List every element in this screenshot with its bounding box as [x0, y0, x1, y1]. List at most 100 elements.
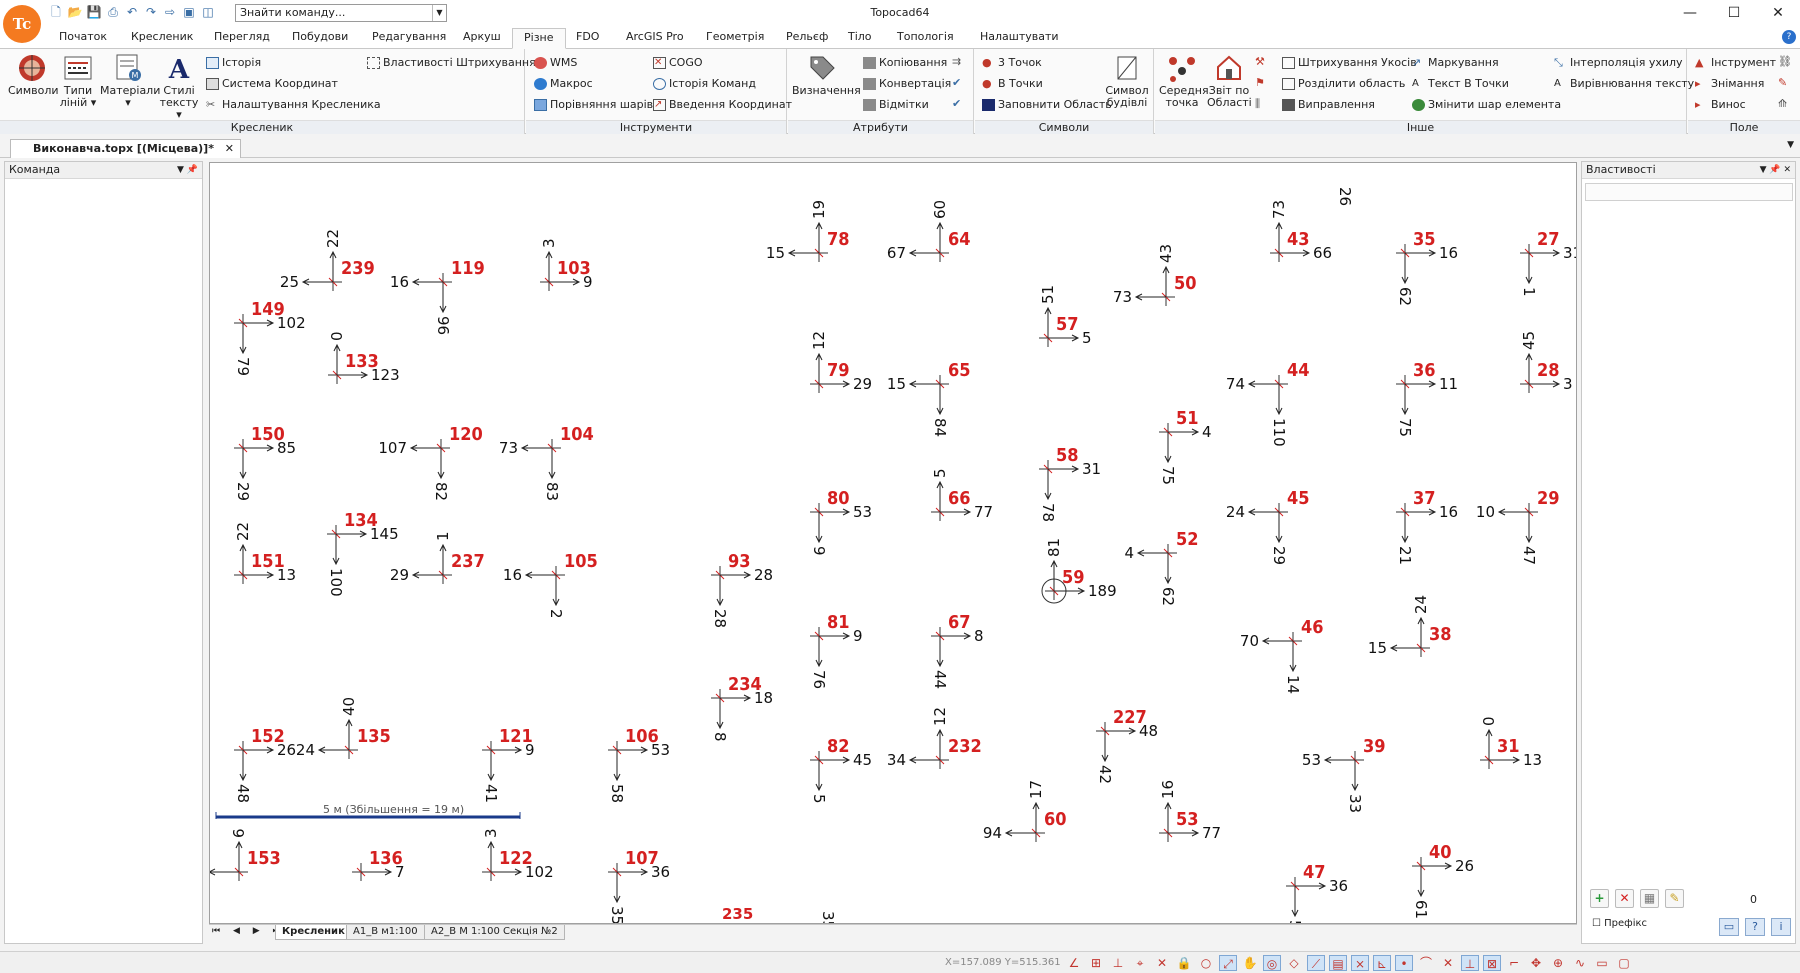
wms-button[interactable]: WMS: [533, 55, 577, 71]
from-3-points-button[interactable]: ● 3 Точок: [981, 55, 1042, 71]
definition-button[interactable]: Визначення: [792, 53, 861, 97]
help-circle-icon[interactable]: ?: [1745, 918, 1765, 936]
area-report-button[interactable]: Звіт по Області: [1207, 53, 1252, 109]
snap-mid-icon[interactable]: ⊥: [1461, 955, 1479, 971]
coordinate-system-button[interactable]: Система Координат: [205, 76, 338, 92]
panel-pin-icon[interactable]: ▼ 📌: [177, 162, 198, 178]
tab-relief[interactable]: Рельєф: [786, 30, 828, 43]
snap-tangent-icon[interactable]: ⌒: [1417, 955, 1435, 971]
split-area-button[interactable]: Розділити область: [1281, 76, 1405, 92]
maximize-button[interactable]: ☐: [1712, 0, 1756, 26]
history-button[interactable]: Історія: [205, 55, 261, 71]
copy-attributes-button[interactable]: Копіювання: [862, 55, 947, 71]
tab-fdo[interactable]: FDO: [576, 30, 599, 43]
tab-arcgis[interactable]: ArcGIS Pro: [626, 30, 684, 43]
snap-ext-icon[interactable]: ⌐: [1505, 955, 1523, 971]
other-extra-icon-2[interactable]: ⚑: [1255, 76, 1265, 89]
tab-construct[interactable]: Побудови: [292, 30, 348, 43]
materials-button[interactable]: M Матеріали ▾: [100, 53, 160, 109]
snap-hand-icon[interactable]: ✋: [1241, 955, 1259, 971]
snap-target-icon[interactable]: ⊕: [1549, 955, 1567, 971]
close-tab-icon[interactable]: ✕: [225, 140, 234, 157]
snap-wave-icon[interactable]: ∿: [1571, 955, 1589, 971]
snap-angle-icon[interactable]: ∠: [1065, 955, 1083, 971]
slope-interpolation-button[interactable]: ⤡ Інтерполяція ухилу: [1553, 55, 1683, 71]
text-styles-button[interactable]: A Стилі тексту ▾: [158, 53, 200, 121]
snap-node-icon[interactable]: ⌖: [1131, 955, 1149, 971]
tab-misc[interactable]: Різне: [512, 28, 566, 49]
building-symbol-button[interactable]: Символ будівлі: [1103, 53, 1151, 109]
snap-grid-icon[interactable]: ⊞: [1087, 955, 1105, 971]
properties-selector[interactable]: [1585, 183, 1793, 201]
snap-circle-icon[interactable]: ○: [1197, 955, 1215, 971]
snap-perp-icon[interactable]: ⊾: [1373, 955, 1391, 971]
macro-button[interactable]: Макрос: [533, 76, 593, 92]
field-extra-icon-1[interactable]: ⛓: [1778, 55, 1792, 68]
tab-drawing[interactable]: Кресленик: [131, 30, 193, 43]
tab-body[interactable]: Тіло: [848, 30, 872, 43]
snap-center-icon[interactable]: ◎: [1263, 955, 1281, 971]
attr-extra-icon-2[interactable]: ✔: [952, 76, 961, 89]
other-extra-icon-3[interactable]: ⫼: [1255, 97, 1260, 111]
app-logo[interactable]: Tc: [3, 5, 41, 43]
align-text-button[interactable]: A Вирівнювання тексту: [1553, 76, 1694, 92]
snap-x-icon[interactable]: ⊠: [1483, 955, 1501, 971]
slope-hatch-button[interactable]: Штрихування Укосів: [1281, 55, 1417, 71]
tab-edit[interactable]: Редагування: [372, 30, 446, 43]
drawing-settings-button[interactable]: ✂ Налаштування Кресленика: [205, 97, 381, 113]
hatch-properties-button[interactable]: Властивості Штрихування: [366, 55, 536, 71]
properties-panel-controls[interactable]: ▼ 📌 ✕: [1760, 162, 1791, 178]
info-icon[interactable]: i: [1771, 918, 1791, 936]
fix-button[interactable]: Виправлення: [1281, 97, 1375, 113]
tab-sheet[interactable]: Аркуш: [463, 30, 501, 43]
snap-point-icon[interactable]: •: [1395, 955, 1413, 971]
field-extra-icon-2[interactable]: ✎: [1778, 76, 1787, 89]
tab-view[interactable]: Перегляд: [214, 30, 270, 43]
field-instrument-button[interactable]: ▲ Інструмент: [1694, 55, 1776, 71]
stakeout-button[interactable]: ▸ Винос: [1694, 97, 1746, 113]
symbols-button[interactable]: Символи: [8, 53, 59, 97]
snap-diamond-icon[interactable]: ◇: [1285, 955, 1303, 971]
field-extra-icon-3[interactable]: ⟰: [1778, 97, 1787, 110]
enter-coordinates-button[interactable]: ↗ Введення Координат: [652, 97, 792, 113]
survey-button[interactable]: ▸ Знімання: [1694, 76, 1764, 92]
text-to-points-button[interactable]: A Текст В Точки: [1411, 76, 1509, 92]
attr-extra-icon-1[interactable]: ⇉: [952, 55, 961, 68]
view-mode-icon[interactable]: ▢: [1615, 955, 1633, 971]
prefix-checkbox[interactable]: ☐ Префікс: [1592, 918, 1647, 929]
layout-icon[interactable]: ▭: [1719, 918, 1739, 936]
to-points-button[interactable]: ● В Точки: [981, 76, 1043, 92]
snap-ortho-icon[interactable]: ⊥: [1109, 955, 1127, 971]
line-types-button[interactable]: Типи ліній ▾: [58, 53, 98, 109]
labeling-button[interactable]: ↗ Маркування: [1411, 55, 1499, 71]
tab-home[interactable]: Початок: [59, 30, 107, 43]
midpoint-button[interactable]: Середня точка: [1159, 53, 1209, 109]
sheet-tab-drawing[interactable]: Кресленик: [275, 925, 352, 940]
tab-geometry[interactable]: Геометрія: [706, 30, 764, 43]
snap-end-icon[interactable]: ⤢: [1219, 955, 1237, 971]
snap-intersect-icon[interactable]: ⨯: [1351, 955, 1369, 971]
marks-button[interactable]: Відмітки: [862, 97, 929, 113]
drawing-canvas[interactable]: 149 102 79 239 25 22 119 16 96 103 9 3 133 123 0 150 85 2…: [209, 162, 1577, 924]
snap-cross-icon[interactable]: ✕: [1153, 955, 1171, 971]
convert-attributes-button[interactable]: Конвертація: [862, 76, 951, 92]
snap-nearest-icon[interactable]: ✕: [1439, 955, 1457, 971]
command-history-button[interactable]: Історія Команд: [652, 76, 756, 92]
snap-move-icon[interactable]: ✥: [1527, 955, 1545, 971]
tab-topology[interactable]: Топологія: [897, 30, 954, 43]
add-icon[interactable]: +: [1590, 889, 1609, 908]
delete-icon[interactable]: ✕: [1615, 889, 1634, 908]
other-extra-icon-1[interactable]: ⚒: [1255, 55, 1265, 68]
tabs-dropdown-icon[interactable]: ▼: [1787, 140, 1794, 150]
help-icon[interactable]: ?: [1782, 30, 1796, 44]
snap-line-icon[interactable]: ⟋: [1307, 955, 1325, 971]
tab-settings[interactable]: Налаштувати: [980, 30, 1059, 43]
attr-extra-icon-3[interactable]: ✔: [952, 97, 961, 110]
close-button[interactable]: ✕: [1756, 0, 1800, 26]
edit-icon[interactable]: ✎: [1665, 889, 1684, 908]
sheet-tab-a1[interactable]: A1_B м1:100: [346, 925, 425, 940]
document-tab-active[interactable]: Виконавча.topx [(Місцева)]* ✕: [10, 139, 241, 158]
cogo-button[interactable]: ✕ COGO: [652, 55, 703, 71]
minimize-button[interactable]: —: [1668, 0, 1712, 26]
sheet-tab-a2[interactable]: A2_B M 1:100 Секція №2: [424, 925, 565, 940]
